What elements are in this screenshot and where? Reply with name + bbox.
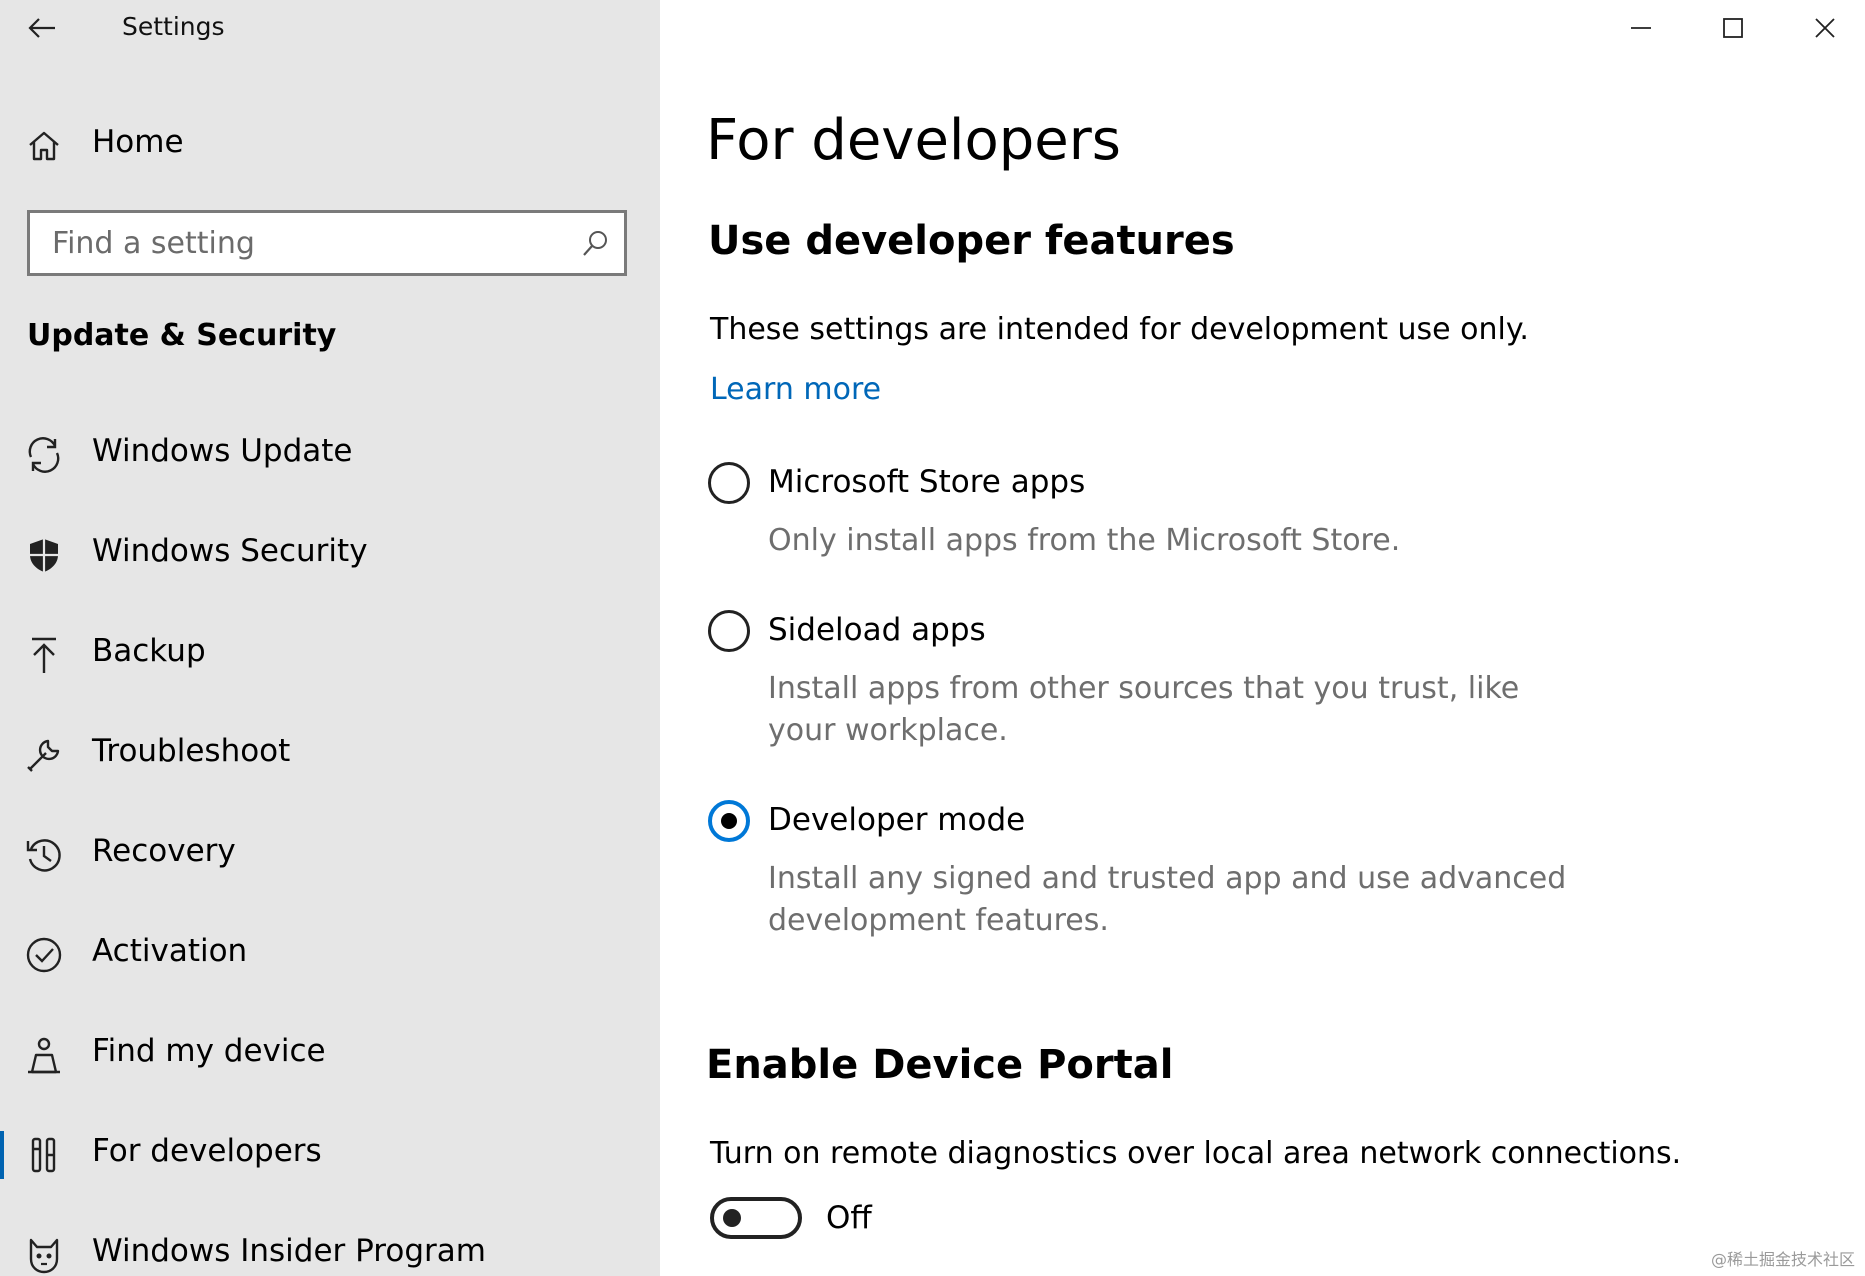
close-button[interactable] (1779, 0, 1865, 56)
sidebar-item-home[interactable]: Home (0, 118, 660, 174)
radio-label: Developer mode (768, 802, 1026, 838)
watermark: @稀土掘金技术社区 (1710, 1250, 1855, 1269)
radio-label: Microsoft Store apps (768, 464, 1086, 500)
radio-label: Sideload apps (768, 612, 986, 648)
section-heading-developer-features: Use developer features (708, 218, 1235, 264)
shield-icon (30, 539, 58, 572)
sidebar-item-label: Windows Insider Program (92, 1233, 486, 1269)
toggle-knob (723, 1209, 741, 1227)
sidebar-item-label: Windows Security (92, 533, 368, 569)
device-portal-description: Turn on remote diagnostics over local ar… (710, 1136, 1682, 1171)
developer-tools-icon (31, 1137, 56, 1173)
home-icon (29, 131, 59, 161)
main-panel: For developers Use developer features Th… (660, 0, 1865, 1276)
sidebar-nav: Windows Update Windows Security Backup T… (0, 405, 660, 1276)
upload-arrow-icon (32, 637, 56, 673)
search-box[interactable] (27, 210, 627, 276)
home-label: Home (92, 124, 184, 160)
section-description: These settings are intended for developm… (710, 312, 1529, 347)
sidebar-item-backup[interactable]: Backup (0, 605, 660, 705)
sidebar-item-label: Find my device (92, 1033, 326, 1069)
sidebar-item-windows-update[interactable]: Windows Update (0, 405, 660, 505)
radio-description: Install any signed and trusted app and u… (768, 861, 1567, 938)
page-title: For developers (706, 108, 1121, 173)
sidebar-item-windows-insider-program[interactable]: Windows Insider Program (0, 1205, 660, 1276)
minimize-icon (1631, 27, 1651, 29)
history-icon (26, 839, 61, 872)
close-icon (1815, 18, 1835, 38)
sidebar-item-label: Activation (92, 933, 248, 969)
radio-button[interactable] (708, 462, 750, 504)
maximize-icon (1723, 18, 1743, 38)
sidebar-section-title: Update & Security (27, 318, 337, 353)
device-portal-toggle[interactable] (710, 1197, 802, 1239)
sidebar-item-find-my-device[interactable]: Find my device (0, 1005, 660, 1105)
sidebar-item-windows-security[interactable]: Windows Security (0, 505, 660, 605)
sidebar-item-label: For developers (92, 1133, 322, 1169)
check-circle-icon (26, 937, 62, 973)
toggle-state-label: Off (826, 1200, 872, 1236)
radio-description: Install apps from other sources that you… (768, 671, 1520, 748)
radio-button[interactable] (708, 610, 750, 652)
sidebar-item-troubleshoot[interactable]: Troubleshoot (0, 705, 660, 805)
sidebar: Settings Home Update & Security (0, 0, 660, 1276)
sidebar-item-label: Troubleshoot (92, 733, 291, 769)
sidebar-item-label: Windows Update (92, 433, 353, 469)
sidebar-item-for-developers[interactable]: For developers (0, 1105, 660, 1205)
sidebar-item-recovery[interactable]: Recovery (0, 805, 660, 905)
search-icon[interactable] (580, 229, 610, 259)
back-button[interactable] (22, 8, 62, 48)
back-arrow-icon (28, 18, 55, 38)
learn-more-link[interactable]: Learn more (710, 372, 881, 407)
maximize-button[interactable] (1687, 0, 1779, 56)
settings-window: Settings Home Update & Security (0, 0, 1865, 1276)
person-location-icon (28, 1037, 60, 1074)
app-title: Settings (122, 12, 225, 41)
wrench-icon (27, 739, 60, 772)
insider-cat-icon (29, 1238, 59, 1274)
refresh-icon (28, 437, 60, 473)
sidebar-item-label: Recovery (92, 833, 236, 869)
section-heading-device-portal: Enable Device Portal (706, 1042, 1174, 1088)
radio-button-selected[interactable] (708, 800, 750, 842)
sidebar-item-label: Backup (92, 633, 206, 669)
radio-description: Only install apps from the Microsoft Sto… (768, 523, 1401, 558)
minimize-button[interactable] (1595, 0, 1687, 56)
search-input[interactable] (52, 223, 552, 263)
sidebar-item-activation[interactable]: Activation (0, 905, 660, 1005)
